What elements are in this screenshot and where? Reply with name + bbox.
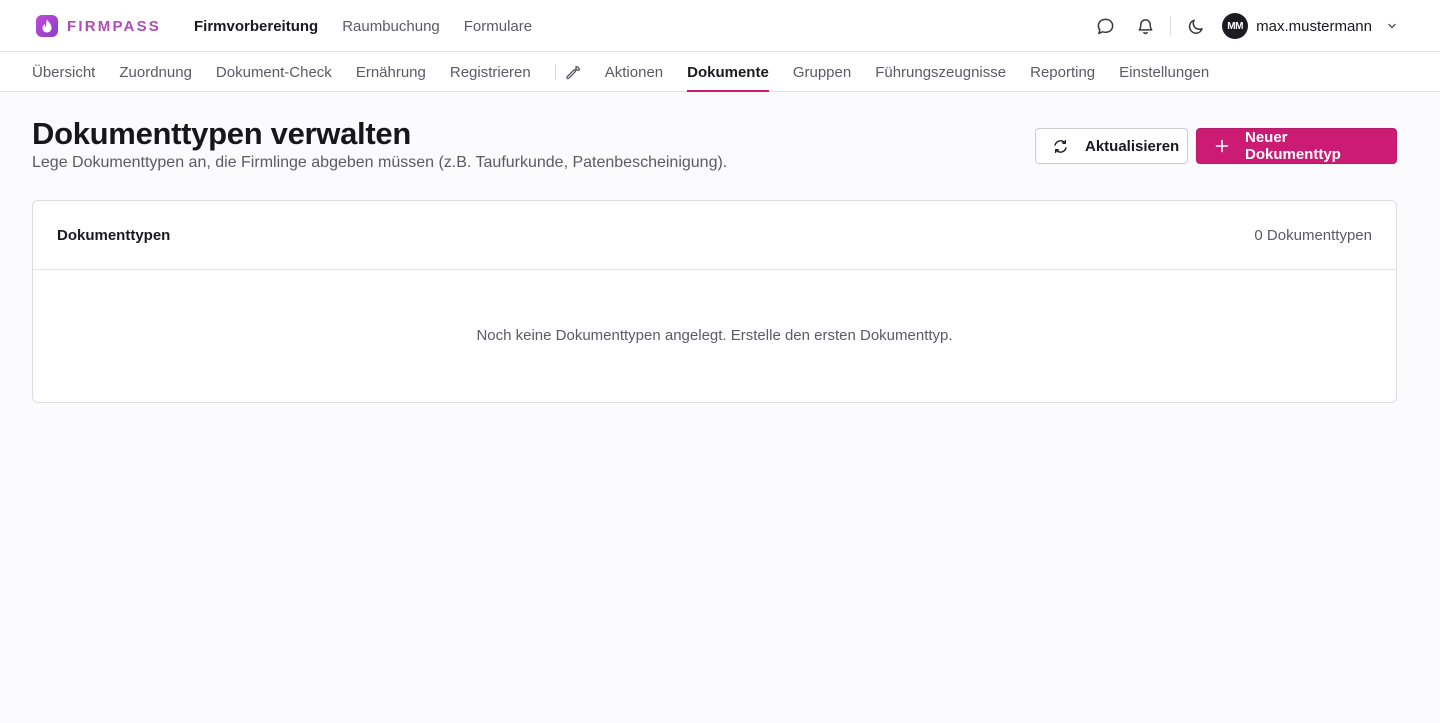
tab-aktionen[interactable]: Aktionen	[605, 52, 663, 92]
page-actions: Aktualisieren Neuer Dokumenttyp	[1035, 128, 1397, 164]
document-types-card: Dokumenttypen 0 Dokumenttypen Noch keine…	[32, 200, 1397, 403]
tab-registrieren[interactable]: Registrieren	[450, 52, 531, 92]
chevron-down-icon	[1386, 20, 1398, 32]
tab-dokumente[interactable]: Dokumente	[687, 52, 769, 92]
empty-state-message: Noch keine Dokumenttypen angelegt. Erste…	[476, 327, 953, 344]
refresh-button[interactable]: Aktualisieren	[1035, 128, 1188, 164]
document-type-count: 0 Dokumenttypen	[1254, 227, 1372, 244]
user-name: max.mustermann	[1256, 17, 1372, 35]
admin-section-marker	[554, 52, 581, 92]
user-menu[interactable]: MM max.mustermann	[1222, 13, 1398, 39]
tab-fuehrungszeugnisse[interactable]: Führungszeugnisse	[875, 52, 1006, 92]
moon-icon[interactable]	[1182, 12, 1210, 40]
new-document-type-label: Neuer Dokumenttyp	[1245, 129, 1341, 163]
tab-ernaehrung[interactable]: Ernährung	[356, 52, 426, 92]
main-nav: Firmvorbereitung Raumbuchung Formulare	[194, 0, 532, 52]
nav-divider	[554, 64, 556, 80]
header-divider	[1170, 16, 1172, 36]
brand-logo[interactable]: FIRMPASS	[36, 15, 161, 37]
plus-icon	[1215, 139, 1229, 153]
main-nav-raumbuchung[interactable]: Raumbuchung	[342, 18, 440, 35]
page-subtitle: Lege Dokumenttypen an, die Firmlinge abg…	[32, 154, 728, 171]
wrench-icon	[566, 65, 581, 80]
main-nav-firmvorbereitung[interactable]: Firmvorbereitung	[194, 18, 318, 35]
avatar: MM	[1222, 13, 1249, 39]
tab-uebersicht[interactable]: Übersicht	[32, 52, 95, 92]
page-title: Dokumenttypen verwalten	[32, 116, 411, 151]
main-nav-formulare[interactable]: Formulare	[464, 18, 532, 35]
tab-zuordnung[interactable]: Zuordnung	[119, 52, 192, 92]
card-title: Dokumenttypen	[57, 227, 171, 244]
flame-icon	[36, 15, 58, 37]
chat-icon[interactable]	[1091, 12, 1119, 40]
header-tools: MM max.mustermann	[1091, 0, 1398, 52]
tab-reporting[interactable]: Reporting	[1030, 52, 1095, 92]
card-header: Dokumenttypen 0 Dokumenttypen	[33, 201, 1396, 270]
brand-name: FIRMPASS	[67, 17, 161, 35]
tab-dokument-check[interactable]: Dokument-Check	[216, 52, 332, 92]
refresh-icon	[1052, 138, 1069, 155]
tab-gruppen[interactable]: Gruppen	[793, 52, 851, 92]
refresh-label: Aktualisieren	[1085, 137, 1180, 155]
new-document-type-button[interactable]: Neuer Dokumenttyp	[1196, 128, 1397, 164]
tab-einstellungen[interactable]: Einstellungen	[1119, 52, 1209, 92]
top-header: FIRMPASS Firmvorbereitung Raumbuchung Fo…	[0, 0, 1440, 52]
sub-nav: Übersicht Zuordnung Dokument-Check Ernäh…	[0, 52, 1440, 92]
bell-icon[interactable]	[1131, 12, 1159, 40]
